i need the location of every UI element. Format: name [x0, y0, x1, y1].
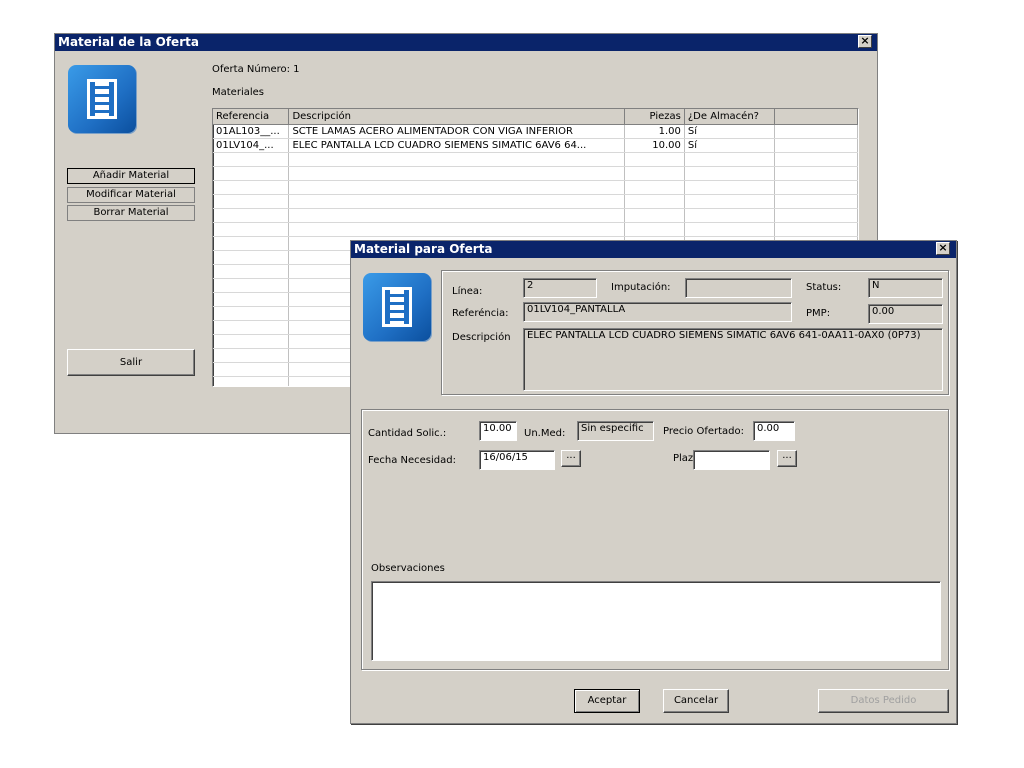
accept-button[interactable]: Aceptar [574, 689, 640, 713]
table-cell: Sí [684, 124, 775, 139]
precio-label: Precio Ofertado: [663, 426, 745, 437]
column-header-piezas[interactable]: Piezas [624, 109, 685, 125]
plazo-input[interactable] [693, 450, 770, 470]
table-row-empty [213, 166, 858, 181]
cantidad-label: Cantidad Solic.: [368, 428, 447, 439]
materials-label: Materiales [212, 87, 264, 98]
close-icon[interactable]: × [936, 242, 950, 255]
table-row-empty [213, 180, 858, 195]
table-cell: 1.00 [624, 124, 685, 139]
table-cell: SCTE LAMAS ACERO ALIMENTADOR CON VIGA IN… [288, 124, 626, 139]
table-header-row: Referencia Descripción Piezas ¿De Almacé… [213, 109, 858, 125]
main-titlebar[interactable]: Material de la Oferta × [55, 34, 877, 51]
modify-material-button[interactable]: Modificar Material [67, 187, 195, 203]
linea-field: 2 [523, 278, 597, 298]
fecha-input[interactable]: 16/06/15 [479, 450, 555, 470]
precio-input[interactable]: 0.00 [753, 421, 795, 441]
fecha-label: Fecha Necesidad: [368, 455, 456, 466]
pmp-label: PMP: [806, 308, 831, 319]
offer-number-label: Oferta Número: 1 [212, 64, 300, 75]
ladder-icon [363, 273, 431, 341]
linea-label: Línea: [452, 286, 483, 297]
table-row-empty [213, 222, 858, 237]
table-row-empty [213, 208, 858, 223]
status-label: Status: [806, 282, 842, 293]
referencia-label: Referéncia: [452, 308, 509, 319]
observaciones-textarea[interactable] [371, 581, 941, 661]
close-icon[interactable]: × [858, 35, 872, 48]
table-cell [774, 138, 858, 153]
add-material-button[interactable]: Añadir Material [67, 168, 195, 184]
table-cell: ELEC PANTALLA LCD CUADRO SIEMENS SIMATIC… [288, 138, 626, 153]
cantidad-input[interactable]: 10.00 [479, 421, 517, 441]
main-window-title: Material de la Oferta [58, 35, 199, 49]
fecha-picker-button[interactable]: ... [561, 450, 581, 467]
observaciones-label: Observaciones [371, 563, 445, 574]
column-header-almacen[interactable]: ¿De Almacén? [684, 109, 775, 125]
imputacion-label: Imputación: [611, 282, 671, 293]
exit-button[interactable]: Salir [67, 349, 195, 376]
plazo-picker-button[interactable]: ... [777, 450, 797, 467]
table-row[interactable]: 01AL103__... SCTE LAMAS ACERO ALIMENTADO… [213, 124, 858, 139]
dialog-title: Material para Oferta [354, 242, 493, 256]
table-cell: Sí [684, 138, 775, 153]
table-row-empty [213, 194, 858, 209]
table-cell [774, 124, 858, 139]
material-dialog: Material para Oferta × Línea: 2 Imputaci… [350, 240, 957, 724]
unmed-field: Sin especific [577, 421, 654, 441]
table-cell: 01AL103__... [213, 124, 290, 139]
status-field: N [868, 278, 943, 298]
table-row[interactable]: 01LV104_... ELEC PANTALLA LCD CUADRO SIE… [213, 138, 858, 153]
table-cell: 10.00 [624, 138, 685, 153]
delete-material-button[interactable]: Borrar Material [67, 205, 195, 221]
order-data-button: Datos Pedido [818, 689, 949, 713]
column-header-descripcion[interactable]: Descripción [288, 109, 626, 125]
table-cell: 01LV104_... [213, 138, 290, 153]
column-header-extra [774, 109, 858, 125]
column-header-referencia[interactable]: Referencia [213, 109, 290, 125]
descripcion-field: ELEC PANTALLA LCD CUADRO SIEMENS SIMATIC… [523, 328, 943, 391]
unmed-label: Un.Med: [524, 428, 566, 439]
dialog-titlebar[interactable]: Material para Oferta × [351, 241, 956, 258]
descripcion-label: Descripción [452, 332, 511, 343]
referencia-field: 01LV104_PANTALLA [523, 302, 792, 322]
imputacion-field[interactable] [685, 278, 792, 298]
pmp-field: 0.00 [868, 304, 943, 324]
ladder-icon [68, 65, 136, 133]
table-row-empty [213, 152, 858, 167]
cancel-button[interactable]: Cancelar [663, 689, 729, 713]
